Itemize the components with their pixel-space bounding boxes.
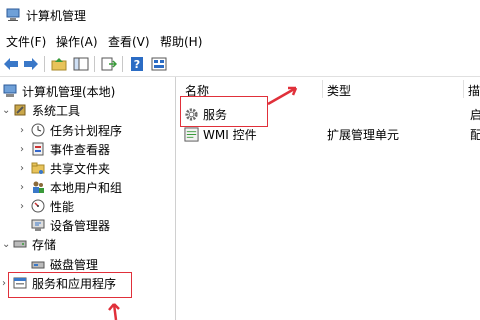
computer-management-icon <box>2 83 18 99</box>
collapsed-chevron-icon[interactable]: › <box>20 163 30 174</box>
tree-item-performance[interactable]: › 性能 <box>20 197 74 215</box>
storage-icon <box>12 236 28 252</box>
performance-icon <box>30 198 46 214</box>
back-arrow-icon[interactable] <box>2 55 20 73</box>
tree-label-performance: 性能 <box>50 199 75 214</box>
toolbar: ? <box>0 52 480 77</box>
up-folder-icon[interactable] <box>50 55 68 73</box>
tree-item-root[interactable]: 计算机管理(本地) <box>2 82 115 100</box>
collapsed-chevron-icon[interactable]: › <box>20 144 30 155</box>
tree-label-system-tools: 系统工具 <box>32 103 81 118</box>
tree-label-storage: 存储 <box>32 237 57 252</box>
computer-management-icon <box>6 8 20 22</box>
annotation-arrow-icon <box>267 86 298 106</box>
collapsed-chevron-icon[interactable]: › <box>20 201 30 212</box>
export-list-icon[interactable] <box>100 55 118 73</box>
tree-item-shared-folders[interactable]: › 共享文件夹 <box>20 159 110 177</box>
properties-icon[interactable] <box>150 55 168 73</box>
list-item-wmi-desc: 配 <box>470 127 480 142</box>
tree-item-storage[interactable]: ⌄ 存储 <box>2 235 56 253</box>
tree-label-root: 计算机管理(本地) <box>22 84 116 99</box>
highlight-box-services <box>180 96 268 127</box>
disk-management-icon <box>30 256 46 272</box>
forward-arrow-icon[interactable] <box>22 55 40 73</box>
tree-label-disk-management: 磁盘管理 <box>50 257 99 272</box>
window-title: 计算机管理 <box>26 9 87 23</box>
menu-action[interactable]: 操作(A) <box>56 33 98 50</box>
help-icon[interactable]: ? <box>128 55 146 73</box>
collapsed-chevron-icon[interactable]: › <box>20 182 30 193</box>
tree-item-disk-management[interactable]: 磁盘管理 <box>30 255 98 273</box>
annotation-arrow-icon <box>108 303 120 320</box>
users-group-icon <box>30 179 46 195</box>
wmi-control-icon <box>183 126 199 142</box>
column-header-description[interactable]: 描 <box>468 82 480 99</box>
tree-item-local-users[interactable]: › 本地用户和组 <box>20 178 122 196</box>
clock-icon <box>30 122 46 138</box>
tree-item-task-scheduler[interactable]: › 任务计划程序 <box>20 121 122 139</box>
list-item-wmi[interactable]: WMI 控件 <box>183 125 257 143</box>
title-bar: 计算机管理 <box>0 0 480 30</box>
expanded-chevron-icon[interactable]: ⌄ <box>2 105 12 116</box>
list-item-wmi-name: WMI 控件 <box>203 127 257 142</box>
show-hide-tree-icon[interactable] <box>72 55 90 73</box>
system-tools-icon <box>12 102 28 118</box>
menu-help[interactable]: 帮助(H) <box>160 33 202 50</box>
tree-label-event-viewer: 事件查看器 <box>50 142 111 157</box>
tree-item-device-manager[interactable]: 设备管理器 <box>30 216 110 234</box>
list-item-services-desc: 启 <box>470 107 480 122</box>
menu-bar: 文件(F) 操作(A) 查看(V) 帮助(H) <box>0 30 480 52</box>
menu-view[interactable]: 查看(V) <box>108 33 150 50</box>
menu-file[interactable]: 文件(F) <box>6 33 46 50</box>
tree-label-task-scheduler: 任务计划程序 <box>50 123 123 138</box>
expanded-chevron-icon[interactable]: ⌄ <box>2 239 12 250</box>
column-header-type[interactable]: 类型 <box>327 82 351 99</box>
list-item-wmi-type: 扩展管理单元 <box>327 127 400 142</box>
svg-text:?: ? <box>134 58 140 71</box>
highlight-box-services-apps <box>8 272 132 298</box>
tree-item-event-viewer[interactable]: › 事件查看器 <box>20 140 110 158</box>
tree-label-device-manager: 设备管理器 <box>50 218 111 233</box>
collapsed-chevron-icon[interactable]: › <box>20 125 30 136</box>
tree-label-shared-folders: 共享文件夹 <box>50 161 111 176</box>
event-viewer-icon <box>30 141 46 157</box>
device-manager-icon <box>30 217 46 233</box>
shared-folder-icon <box>30 160 46 176</box>
tree-item-system-tools[interactable]: ⌄ 系统工具 <box>2 101 80 119</box>
tree-label-local-users: 本地用户和组 <box>50 180 123 195</box>
